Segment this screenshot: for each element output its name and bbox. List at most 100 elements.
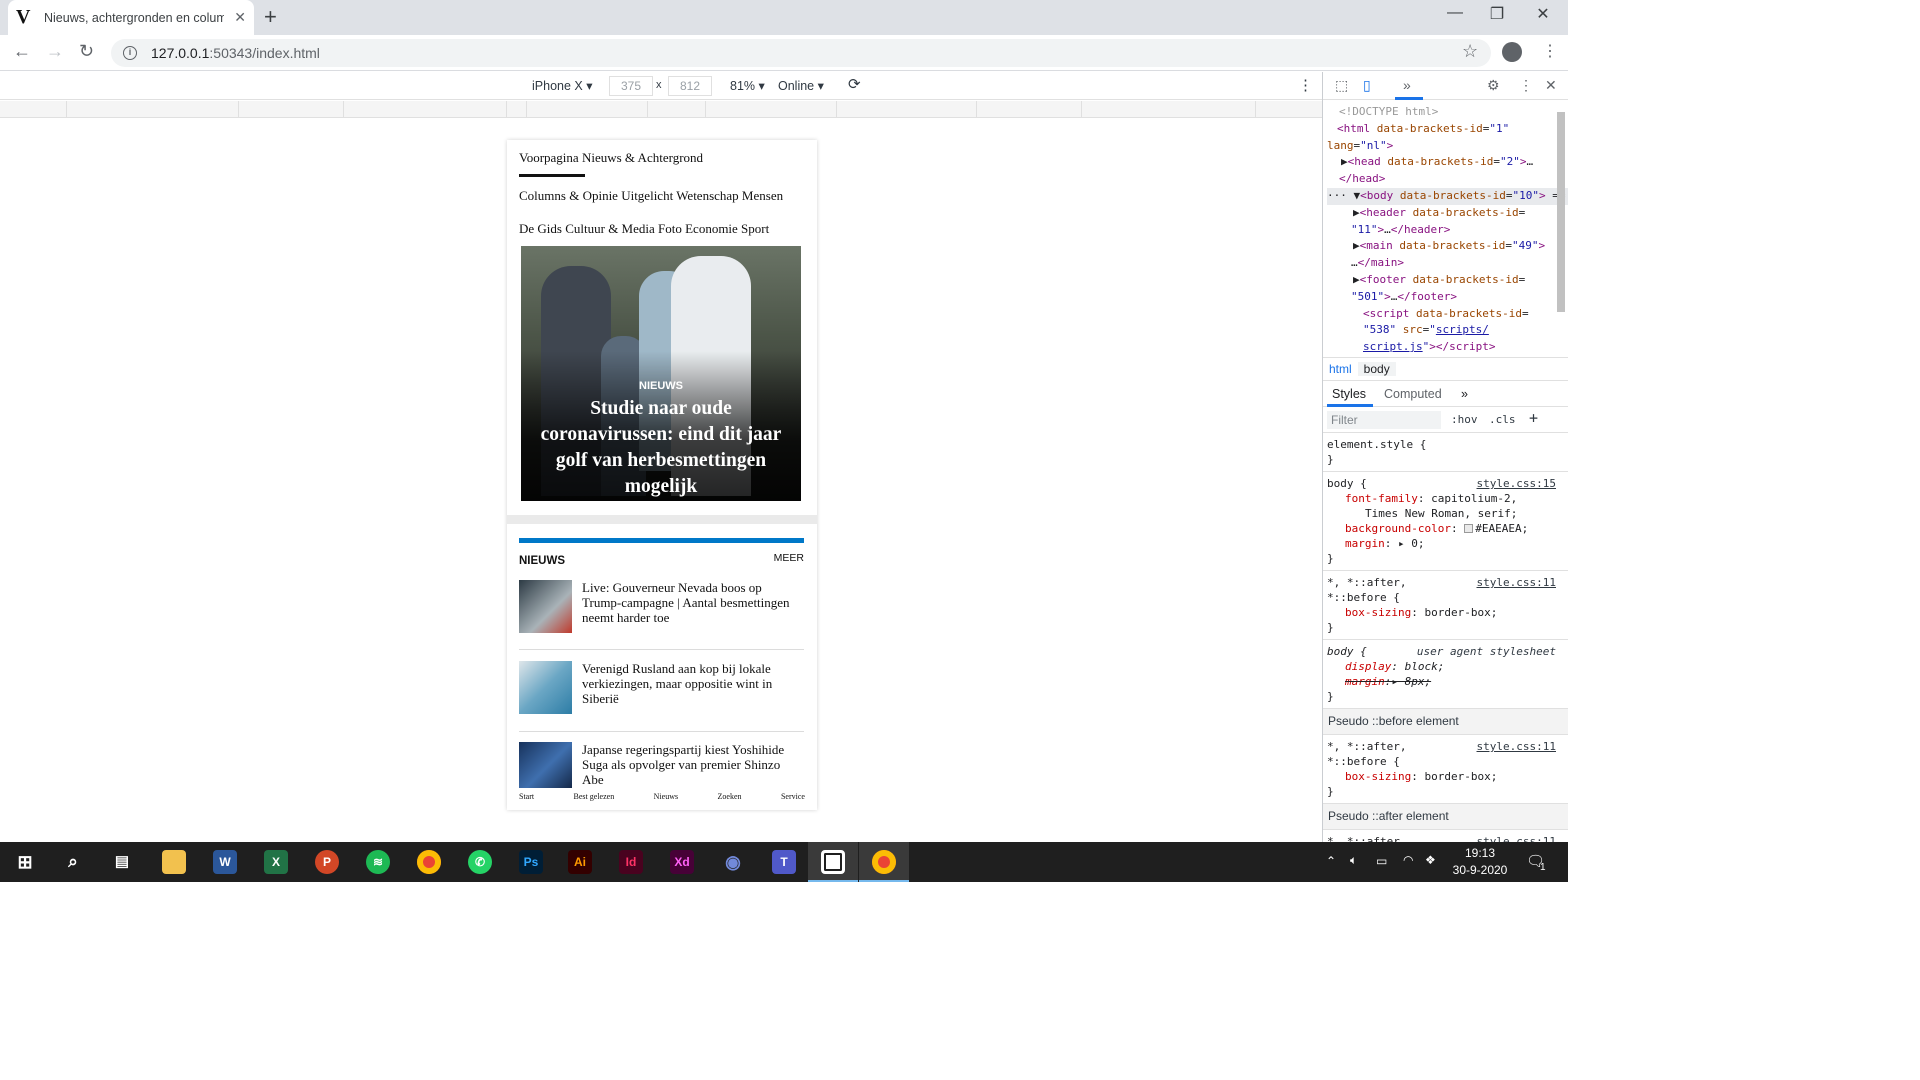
elements-scrollbar[interactable]	[1556, 104, 1566, 344]
address-bar[interactable]: i 127.0.0.1:50343/index.html	[111, 39, 1491, 67]
device-toolbar: iPhone X ▾ 375 x 812 81% ▾ Online ▾ ⟳ ⋮	[0, 72, 1322, 100]
news-more-link[interactable]: MEER	[774, 552, 804, 564]
whatsapp-icon[interactable]: ✆	[468, 850, 492, 874]
spotify-icon[interactable]: ≋	[366, 850, 390, 874]
nav-row-1[interactable]: Voorpagina Nieuws & Achtergrond	[519, 150, 703, 166]
excel-icon[interactable]: X	[264, 850, 288, 874]
browser-tab[interactable]: V Nieuws, achtergronden en colum ✕	[8, 0, 254, 35]
bottom-tab-nieuws[interactable]: Nieuws	[654, 792, 678, 810]
back-icon[interactable]: ←	[13, 41, 31, 62]
devtools-panel: ⬚ ▯ » ⚙ ⋮ ✕ <!DOCTYPE html> <html data-b…	[1322, 72, 1568, 848]
powerpoint-icon[interactable]: P	[315, 850, 339, 874]
search-icon[interactable]: ⌕	[61, 850, 85, 874]
browser-toolbar: ← → ↻ i 127.0.0.1:50343/index.html ☆ ⋮	[0, 35, 1568, 71]
bottom-tab-best-gelezen[interactable]: Best gelezen	[574, 792, 615, 810]
breadcrumb-html[interactable]: html	[1323, 362, 1358, 376]
windows-start-icon[interactable]: ⊞	[13, 850, 37, 874]
tab-styles[interactable]: Styles	[1332, 387, 1366, 401]
pseudo-before-header: Pseudo ::before element	[1323, 709, 1568, 735]
more-tabs-icon[interactable]: »	[1403, 77, 1411, 93]
styles-tabs: Styles Computed »	[1323, 381, 1568, 407]
bookmark-star-icon[interactable]: ☆	[1462, 41, 1478, 62]
rotate-icon[interactable]: ⟳	[848, 75, 1133, 93]
bottom-tab-start[interactable]: Start	[519, 792, 534, 810]
forward-icon[interactable]: →	[46, 41, 64, 62]
cls-toggle[interactable]: .cls	[1489, 413, 1516, 426]
new-rule-icon[interactable]: +	[1529, 409, 1538, 427]
task-view-icon[interactable]: ▤	[110, 850, 134, 874]
devtools-toolbar: ⬚ ▯ » ⚙ ⋮ ✕	[1323, 72, 1568, 100]
hero-category-label: NIEUWS	[639, 380, 683, 392]
height-input[interactable]: 812	[668, 76, 712, 96]
nav-row-3[interactable]: De Gids Cultuur & Media Foto Economie Sp…	[519, 221, 769, 237]
breadcrumb-body[interactable]: body	[1357, 362, 1396, 376]
inspect-element-icon[interactable]: ⬚	[1335, 77, 1348, 94]
news-item-title: Verenigd Rusland aan kop bij lokale verk…	[582, 661, 773, 706]
rule-user-agent[interactable]: user agent stylesheet body { display: bl…	[1323, 640, 1568, 709]
rule-source-link[interactable]: style.css:11	[1477, 739, 1556, 754]
close-window-icon[interactable]: ✕	[1520, 4, 1566, 24]
styles-filter-input[interactable]: Filter	[1327, 411, 1441, 429]
word-icon[interactable]: W	[213, 850, 237, 874]
volume-icon[interactable]: 🔈︎	[1350, 853, 1357, 868]
site-info-icon[interactable]: i	[123, 46, 137, 60]
tab-computed[interactable]: Computed	[1384, 387, 1442, 401]
new-tab-icon[interactable]: +	[264, 4, 277, 30]
rule-element-style[interactable]: element.style { }	[1323, 433, 1568, 472]
system-clock[interactable]: 19:13 30-9-2020	[1448, 845, 1512, 879]
rule-universal[interactable]: style.css:11 *, *::after, *::before { bo…	[1323, 571, 1568, 640]
news-thumbnail	[519, 580, 572, 633]
divider	[519, 731, 804, 732]
breadcrumb: html body	[1323, 357, 1568, 381]
teams-icon[interactable]: T	[772, 850, 796, 874]
zoom-value: 81%	[730, 79, 756, 93]
chrome-menu-icon[interactable]: ⋮	[1542, 41, 1558, 61]
media-query-ruler	[0, 101, 1322, 118]
width-input[interactable]: 375	[609, 76, 653, 96]
more-style-tabs-icon[interactable]: »	[1461, 387, 1468, 401]
indesign-icon[interactable]: Id	[619, 850, 643, 874]
tray-expand-icon[interactable]: ⌃	[1326, 854, 1336, 868]
chrome-icon[interactable]	[872, 850, 896, 874]
tab-title: Nieuws, achtergronden en colum	[44, 10, 224, 25]
discord-icon[interactable]: ◉	[721, 850, 745, 874]
hov-toggle[interactable]: :hov	[1451, 413, 1478, 426]
news-thumbnail	[519, 661, 572, 714]
bottom-tab-service[interactable]: Service	[781, 792, 805, 810]
rule-pseudo-before[interactable]: style.css:11 *, *::after, *::before { bo…	[1323, 735, 1568, 804]
url-path: :50343/index.html	[209, 45, 320, 61]
brackets-icon[interactable]	[821, 850, 845, 874]
settings-gear-icon[interactable]: ⚙	[1487, 77, 1500, 94]
device-name: iPhone X	[532, 79, 583, 93]
notification-count: 1	[1540, 862, 1546, 873]
restore-icon[interactable]: ❐	[1474, 4, 1520, 24]
close-tab-icon[interactable]: ✕	[234, 9, 246, 26]
rule-body[interactable]: style.css:15 body { font-family: capitol…	[1323, 472, 1568, 571]
styles-filter-bar: Filter :hov .cls +	[1323, 407, 1568, 433]
chrome-icon[interactable]	[417, 850, 441, 874]
nav-row-2[interactable]: Columns & Opinie Uitgelicht Wetenschap M…	[519, 188, 783, 204]
elements-tree[interactable]: <!DOCTYPE html> <html data-brackets-id="…	[1323, 100, 1568, 357]
battery-icon[interactable]: ▭	[1376, 854, 1387, 868]
devtools-menu-icon[interactable]: ⋮	[1519, 77, 1533, 94]
rule-source-link[interactable]: style.css:11	[1477, 575, 1556, 590]
wifi-icon[interactable]: ◠	[1403, 853, 1413, 867]
rule-source-link[interactable]: style.css:15	[1477, 476, 1556, 491]
profile-avatar-icon[interactable]	[1502, 42, 1522, 62]
color-swatch-icon[interactable]	[1464, 524, 1474, 533]
active-section-underline	[519, 174, 585, 177]
hero-card[interactable]: NIEUWS Studie naar oude coronavirussen: …	[507, 246, 817, 515]
close-devtools-icon[interactable]: ✕	[1545, 77, 1557, 94]
toggle-device-icon[interactable]: ▯	[1363, 77, 1371, 94]
url-text: 127.0.0.1:50343/index.html	[151, 45, 320, 61]
illustrator-icon[interactable]: Ai	[568, 850, 592, 874]
dropbox-icon[interactable]: ❖	[1425, 853, 1436, 867]
minimize-icon[interactable]: —	[1432, 4, 1478, 22]
photoshop-icon[interactable]: Ps	[519, 850, 543, 874]
throttle-value: Online	[778, 79, 815, 93]
hero-headline[interactable]: Studie naar oude coronavirussen: eind di…	[525, 396, 797, 500]
file-explorer-icon[interactable]	[162, 850, 186, 874]
xd-icon[interactable]: Xd	[670, 850, 694, 874]
bottom-tab-zoeken[interactable]: Zoeken	[718, 792, 742, 810]
reload-icon[interactable]: ↻	[79, 41, 94, 62]
